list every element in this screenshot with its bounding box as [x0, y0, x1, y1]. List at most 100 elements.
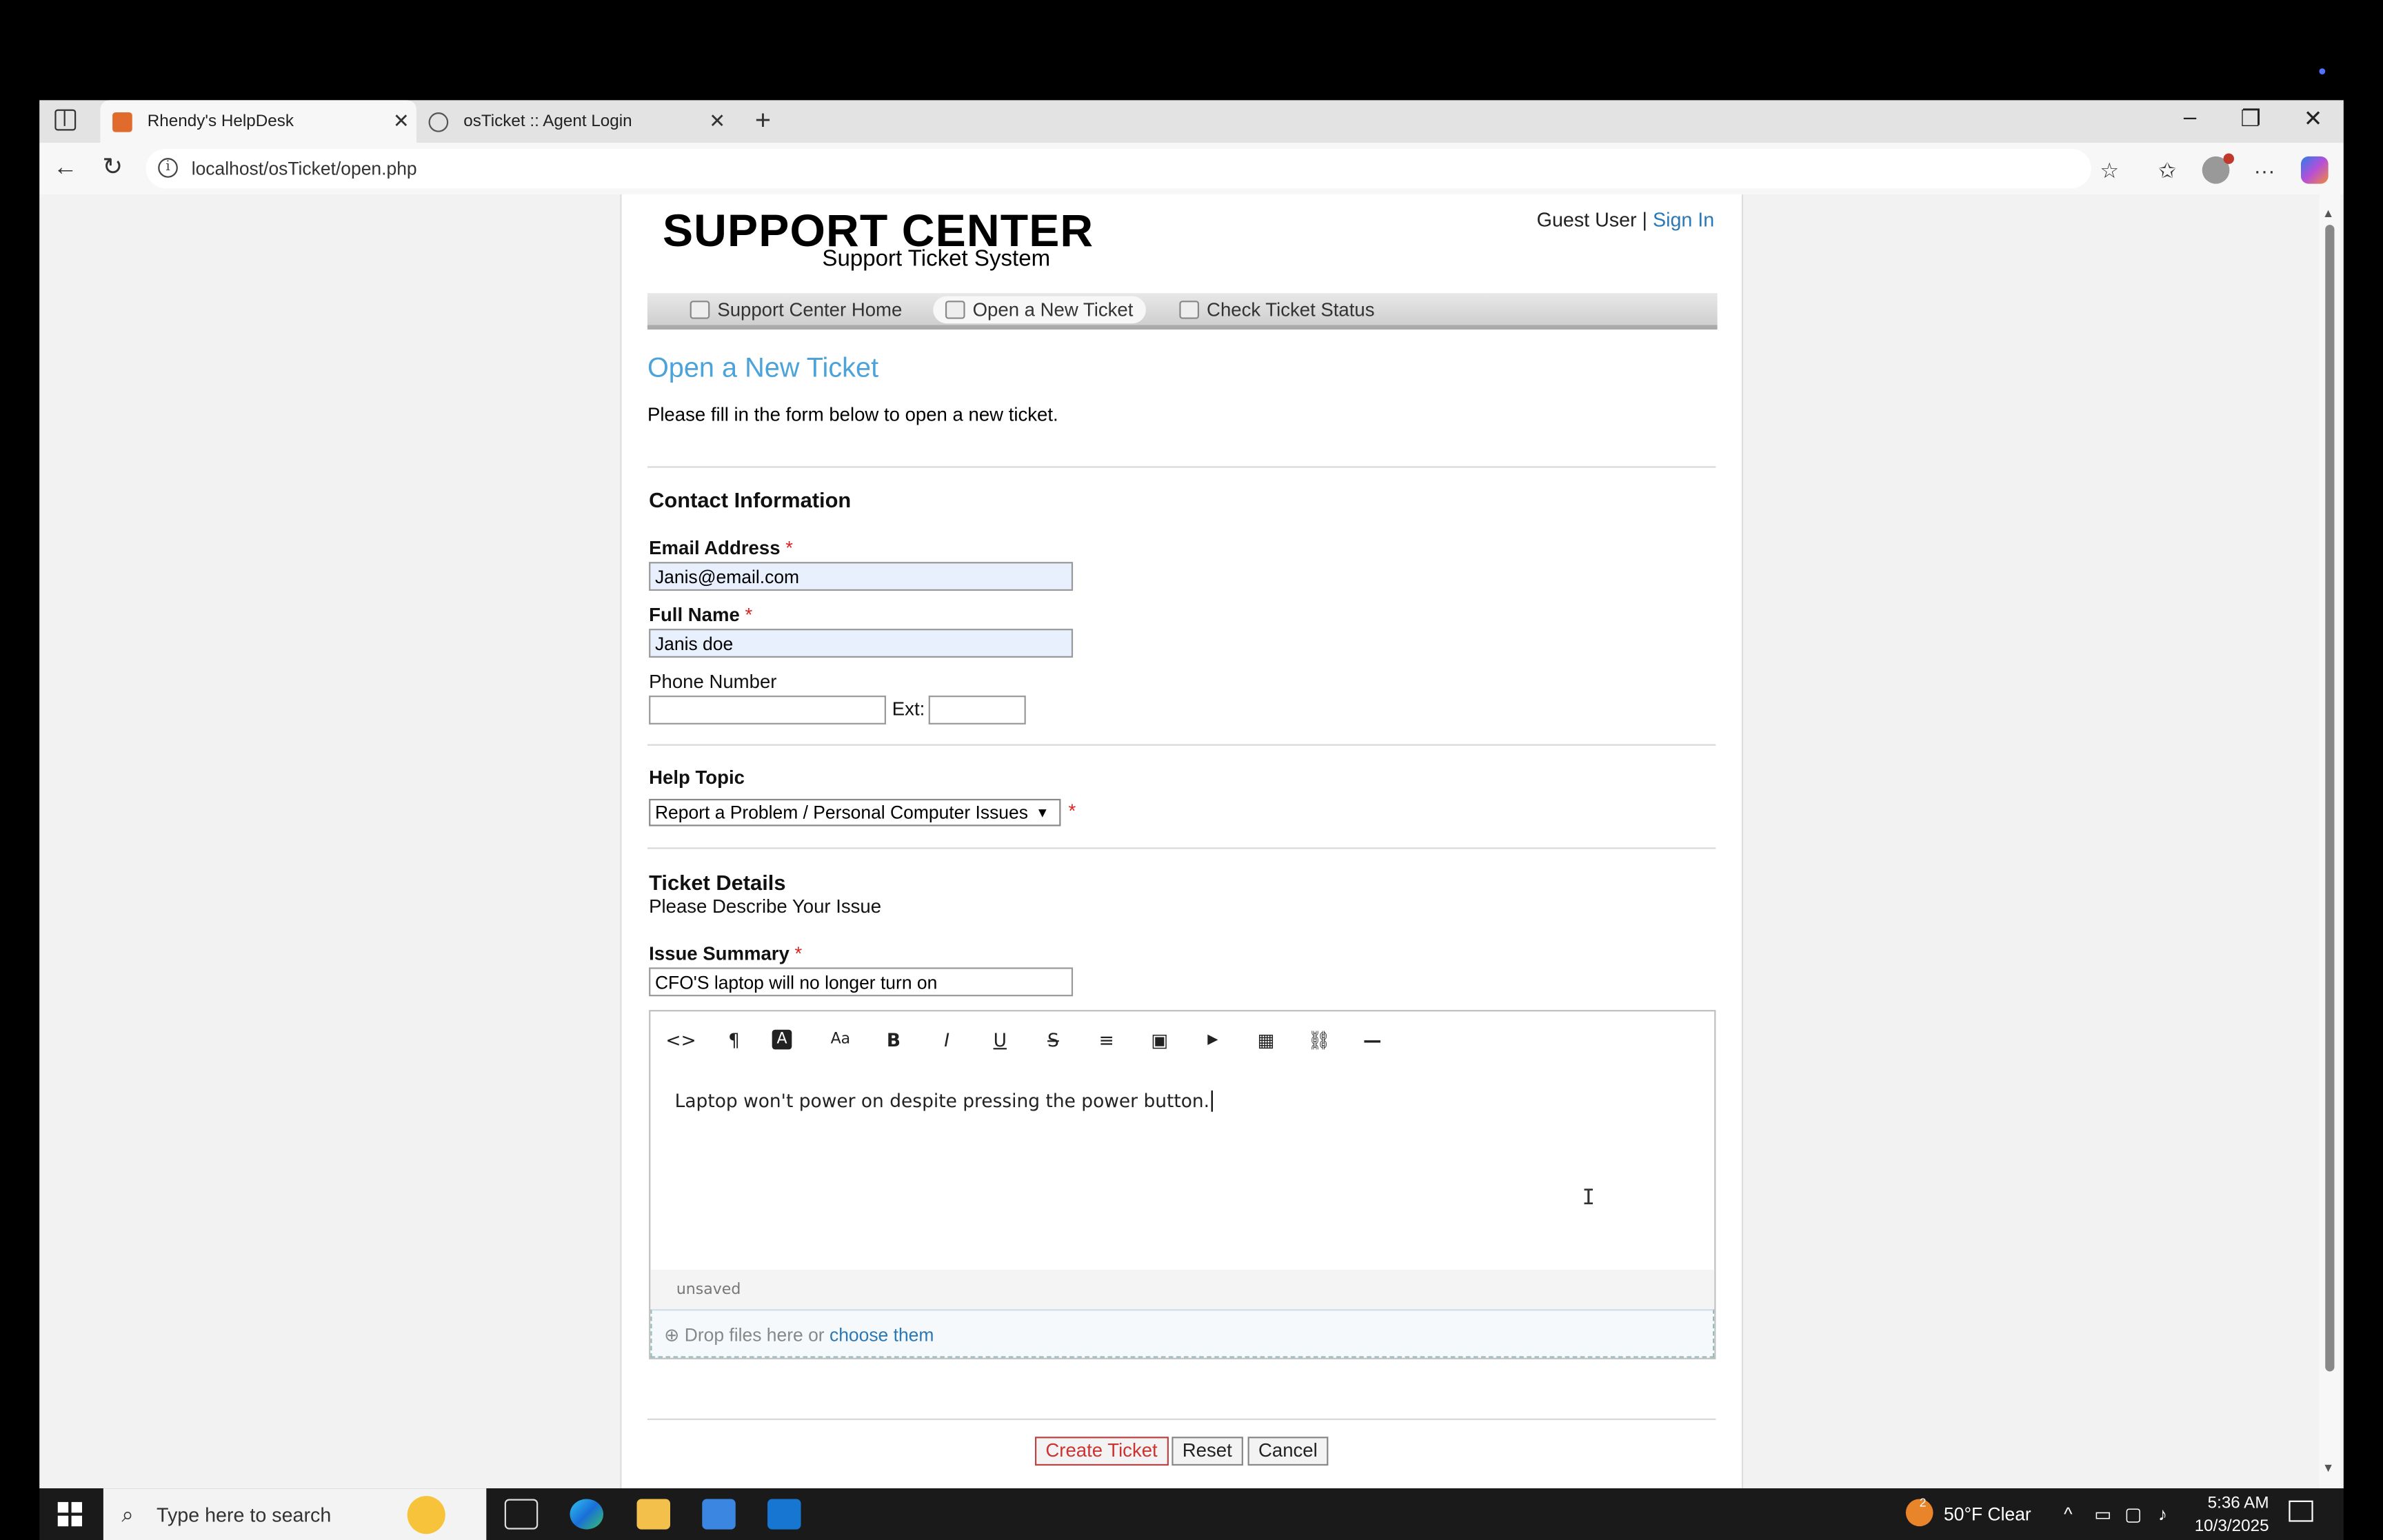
create-ticket-button[interactable]: Create Ticket [1034, 1437, 1169, 1466]
underline-icon[interactable]: U [985, 1029, 1015, 1053]
help-topic-select[interactable]: Report a Problem / Personal Computer Iss… [649, 798, 1061, 827]
email-field[interactable]: Janis@email.com [649, 562, 1074, 591]
tab-agent-login[interactable]: osTicket :: Agent Login ✕ [416, 100, 732, 143]
reset-button[interactable]: Reset [1172, 1437, 1243, 1466]
message-body[interactable]: Laptop won't power on despite pressing t… [675, 1090, 1213, 1112]
reload-icon[interactable]: ↻ [97, 154, 128, 184]
screen: Rhendy's HelpDesk ✕ osTicket :: Agent Lo… [0, 0, 2383, 1540]
upload-icon: ⊕ [664, 1324, 680, 1346]
help-topic-value: Report a Problem / Personal Computer Iss… [654, 802, 1028, 824]
cancel-button[interactable]: Cancel [1247, 1437, 1329, 1466]
outlook-icon[interactable] [767, 1499, 801, 1530]
editor-toolbar: <> ¶ A Aa B I U S ≡ ▣ ▶ ▦ ⛓ — [650, 1011, 1714, 1069]
taskbar: ⌕ Type here to search 2 50°F Clear ^ ▭ ▢… [39, 1488, 2344, 1540]
divider [647, 466, 1716, 468]
profile-icon[interactable] [2202, 153, 2235, 184]
divider [647, 847, 1716, 849]
ticket-status-icon [1179, 301, 1200, 319]
tab-helpdesk[interactable]: Rhendy's HelpDesk ✕ [100, 100, 416, 143]
restore-icon[interactable]: ❐ [2228, 105, 2273, 132]
page-viewport: SUPPORT CENTER Support Ticket System Gue… [39, 194, 2344, 1489]
sign-in-link[interactable]: Sign In [1653, 208, 1714, 231]
store-icon[interactable] [702, 1499, 736, 1530]
bold-icon[interactable]: B [878, 1029, 909, 1053]
video-icon[interactable]: ▶ [1198, 1029, 1228, 1053]
ext-field[interactable] [928, 696, 1026, 725]
scroll-thumb[interactable] [2325, 225, 2335, 1372]
clock-time: 5:36 AM [2207, 1494, 2269, 1513]
indicator-dot [2319, 68, 2326, 74]
close-tab-icon[interactable]: ✕ [386, 110, 416, 134]
new-tab-icon[interactable]: + [747, 105, 778, 136]
choose-files-link[interactable]: choose them [829, 1324, 934, 1346]
copilot-icon[interactable] [2300, 156, 2329, 184]
guest-label: Guest User | [1536, 207, 1647, 231]
image-icon[interactable]: ▣ [1145, 1029, 1175, 1053]
font-color-icon[interactable]: A [772, 1029, 792, 1050]
phone-field[interactable] [649, 696, 886, 725]
email-label: Email Address * [649, 538, 793, 559]
volume-icon[interactable]: ♪ [2158, 1503, 2167, 1525]
info-icon[interactable]: i [158, 158, 178, 178]
tab-label: Rhendy's HelpDesk [147, 112, 294, 131]
ext-label: Ext: [892, 698, 925, 720]
back-icon[interactable]: ← [50, 154, 81, 184]
edge-icon[interactable] [570, 1499, 604, 1530]
ticket-details-subtitle: Please Describe Your Issue [649, 895, 882, 918]
text-caret [1211, 1090, 1213, 1112]
taskbar-search[interactable]: ⌕ Type here to search [103, 1488, 487, 1540]
notifications-icon[interactable] [2289, 1500, 2313, 1522]
star-icon[interactable]: ☆ [2095, 156, 2123, 184]
help-topic-title: Help Topic [649, 767, 745, 789]
close-tab-icon[interactable]: ✕ [702, 110, 732, 134]
page-intro: Please fill in the form below to open a … [647, 404, 1058, 425]
file-dropzone[interactable]: ⊕ Drop files here or choose them [650, 1309, 1715, 1358]
main-nav: Support Center Home Open a New Ticket Ch… [647, 293, 1718, 330]
italic-icon[interactable]: I [932, 1029, 962, 1053]
task-view-icon[interactable] [504, 1499, 539, 1530]
logo-subtitle: Support Ticket System [822, 245, 1051, 272]
nav-check-status[interactable]: Check Ticket Status [1167, 296, 1387, 324]
chevron-up-icon[interactable]: ^ [2064, 1503, 2072, 1525]
font-size-icon[interactable]: Aa [825, 1029, 856, 1053]
display-icon[interactable]: ▢ [2124, 1503, 2142, 1525]
clock-date: 10/3/2025 [2194, 1517, 2269, 1536]
page-scrollbar[interactable]: ▲ ▼ [2319, 194, 2341, 1489]
list-icon[interactable]: ≡ [1092, 1029, 1122, 1053]
strikethrough-icon[interactable]: S [1038, 1029, 1068, 1053]
scroll-down-icon[interactable]: ▼ [2322, 1461, 2334, 1475]
url-field[interactable]: i localhost/osTicket/open.php [145, 148, 2091, 189]
nav-label: Open a New Ticket [972, 299, 1134, 321]
table-icon[interactable]: ▦ [1251, 1029, 1281, 1053]
phone-label: Phone Number [649, 671, 777, 693]
network-icon[interactable]: ▭ [2094, 1503, 2111, 1525]
issue-summary-field[interactable]: CFO'S laptop will no longer turn on [649, 967, 1074, 997]
nav-label: Support Center Home [717, 299, 903, 321]
search-placeholder: Type here to search [157, 1503, 332, 1527]
horizontal-rule-icon[interactable]: — [1357, 1029, 1387, 1053]
minimize-icon[interactable]: – [2167, 105, 2213, 130]
ticket-details-title: Ticket Details [649, 870, 786, 895]
weather-text[interactable]: 50°F Clear [1944, 1503, 2031, 1525]
more-icon[interactable]: ··· [2251, 156, 2278, 184]
close-icon[interactable]: ✕ [2291, 105, 2336, 132]
sidebar-icon[interactable] [54, 109, 77, 131]
windows-start-icon[interactable] [57, 1501, 83, 1527]
ibeam-cursor-icon: I [1582, 1186, 1596, 1210]
nav-open-ticket[interactable]: Open a New Ticket [933, 296, 1146, 324]
page-content: SUPPORT CENTER Support Ticket System Gue… [620, 194, 1744, 1489]
favorites-icon[interactable]: ✩ [2153, 156, 2181, 184]
code-view-icon[interactable]: <> [665, 1029, 696, 1053]
file-explorer-icon[interactable] [636, 1499, 671, 1530]
system-clock[interactable]: 5:36 AM 10/3/2025 [2195, 1493, 2269, 1539]
paragraph-icon[interactable]: ¶ [719, 1029, 750, 1053]
page-title: Open a New Ticket [647, 352, 879, 383]
full-name-field[interactable]: Janis doe [649, 629, 1074, 658]
divider [647, 744, 1716, 746]
nav-support-home[interactable]: Support Center Home [678, 296, 914, 324]
link-icon[interactable]: ⛓ [1304, 1029, 1334, 1053]
new-ticket-icon [945, 301, 965, 319]
helpdesk-favicon-icon [112, 111, 132, 132]
url-text[interactable]: localhost/osTicket/open.php [192, 158, 417, 179]
scroll-up-icon[interactable]: ▲ [2322, 207, 2334, 221]
